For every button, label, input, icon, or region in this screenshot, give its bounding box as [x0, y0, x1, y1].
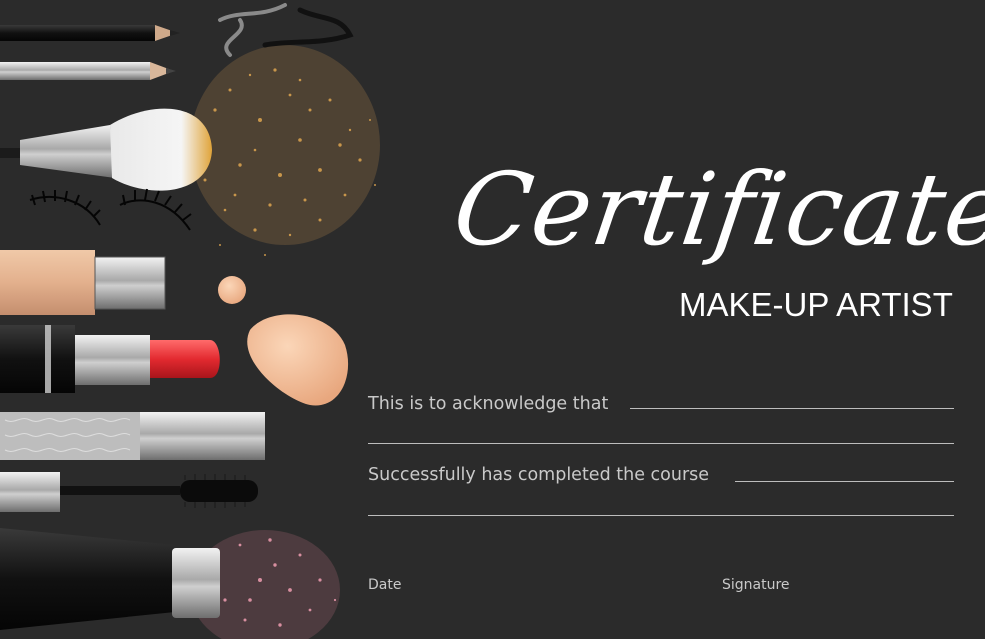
course-line-2 — [368, 515, 954, 516]
name-line-2 — [368, 443, 954, 444]
foundation-drop-icon — [218, 276, 246, 304]
acknowledge-text: This is to acknowledge that — [368, 394, 609, 414]
glitter-gold-icon — [190, 45, 380, 256]
eyeliner-pencil-icon — [0, 25, 180, 41]
certificate-subtitle: MAKE-UP ARTIST — [679, 286, 953, 323]
course-line-1 — [735, 481, 954, 482]
mascara-wand-icon — [0, 472, 258, 512]
makeup-illustration — [0, 3, 380, 639]
false-eyelashes-icon — [29, 188, 192, 231]
name-line-1 — [630, 408, 954, 409]
date-label: Date — [368, 577, 402, 593]
certificate-title: Certificate — [446, 151, 985, 268]
makeup-brush-icon — [0, 108, 212, 191]
certificate: Certificate MAKE-UP ARTIST This is to ac… — [0, 0, 985, 639]
completed-text: Successfully has completed the course — [368, 465, 710, 485]
brow-pencil-icon — [0, 62, 176, 80]
foundation-tube-icon — [0, 250, 166, 315]
mascara-icon — [0, 412, 265, 460]
signature-label: Signature — [722, 577, 790, 593]
concealer-tube-icon — [0, 528, 220, 630]
lipstick-icon — [0, 325, 220, 393]
